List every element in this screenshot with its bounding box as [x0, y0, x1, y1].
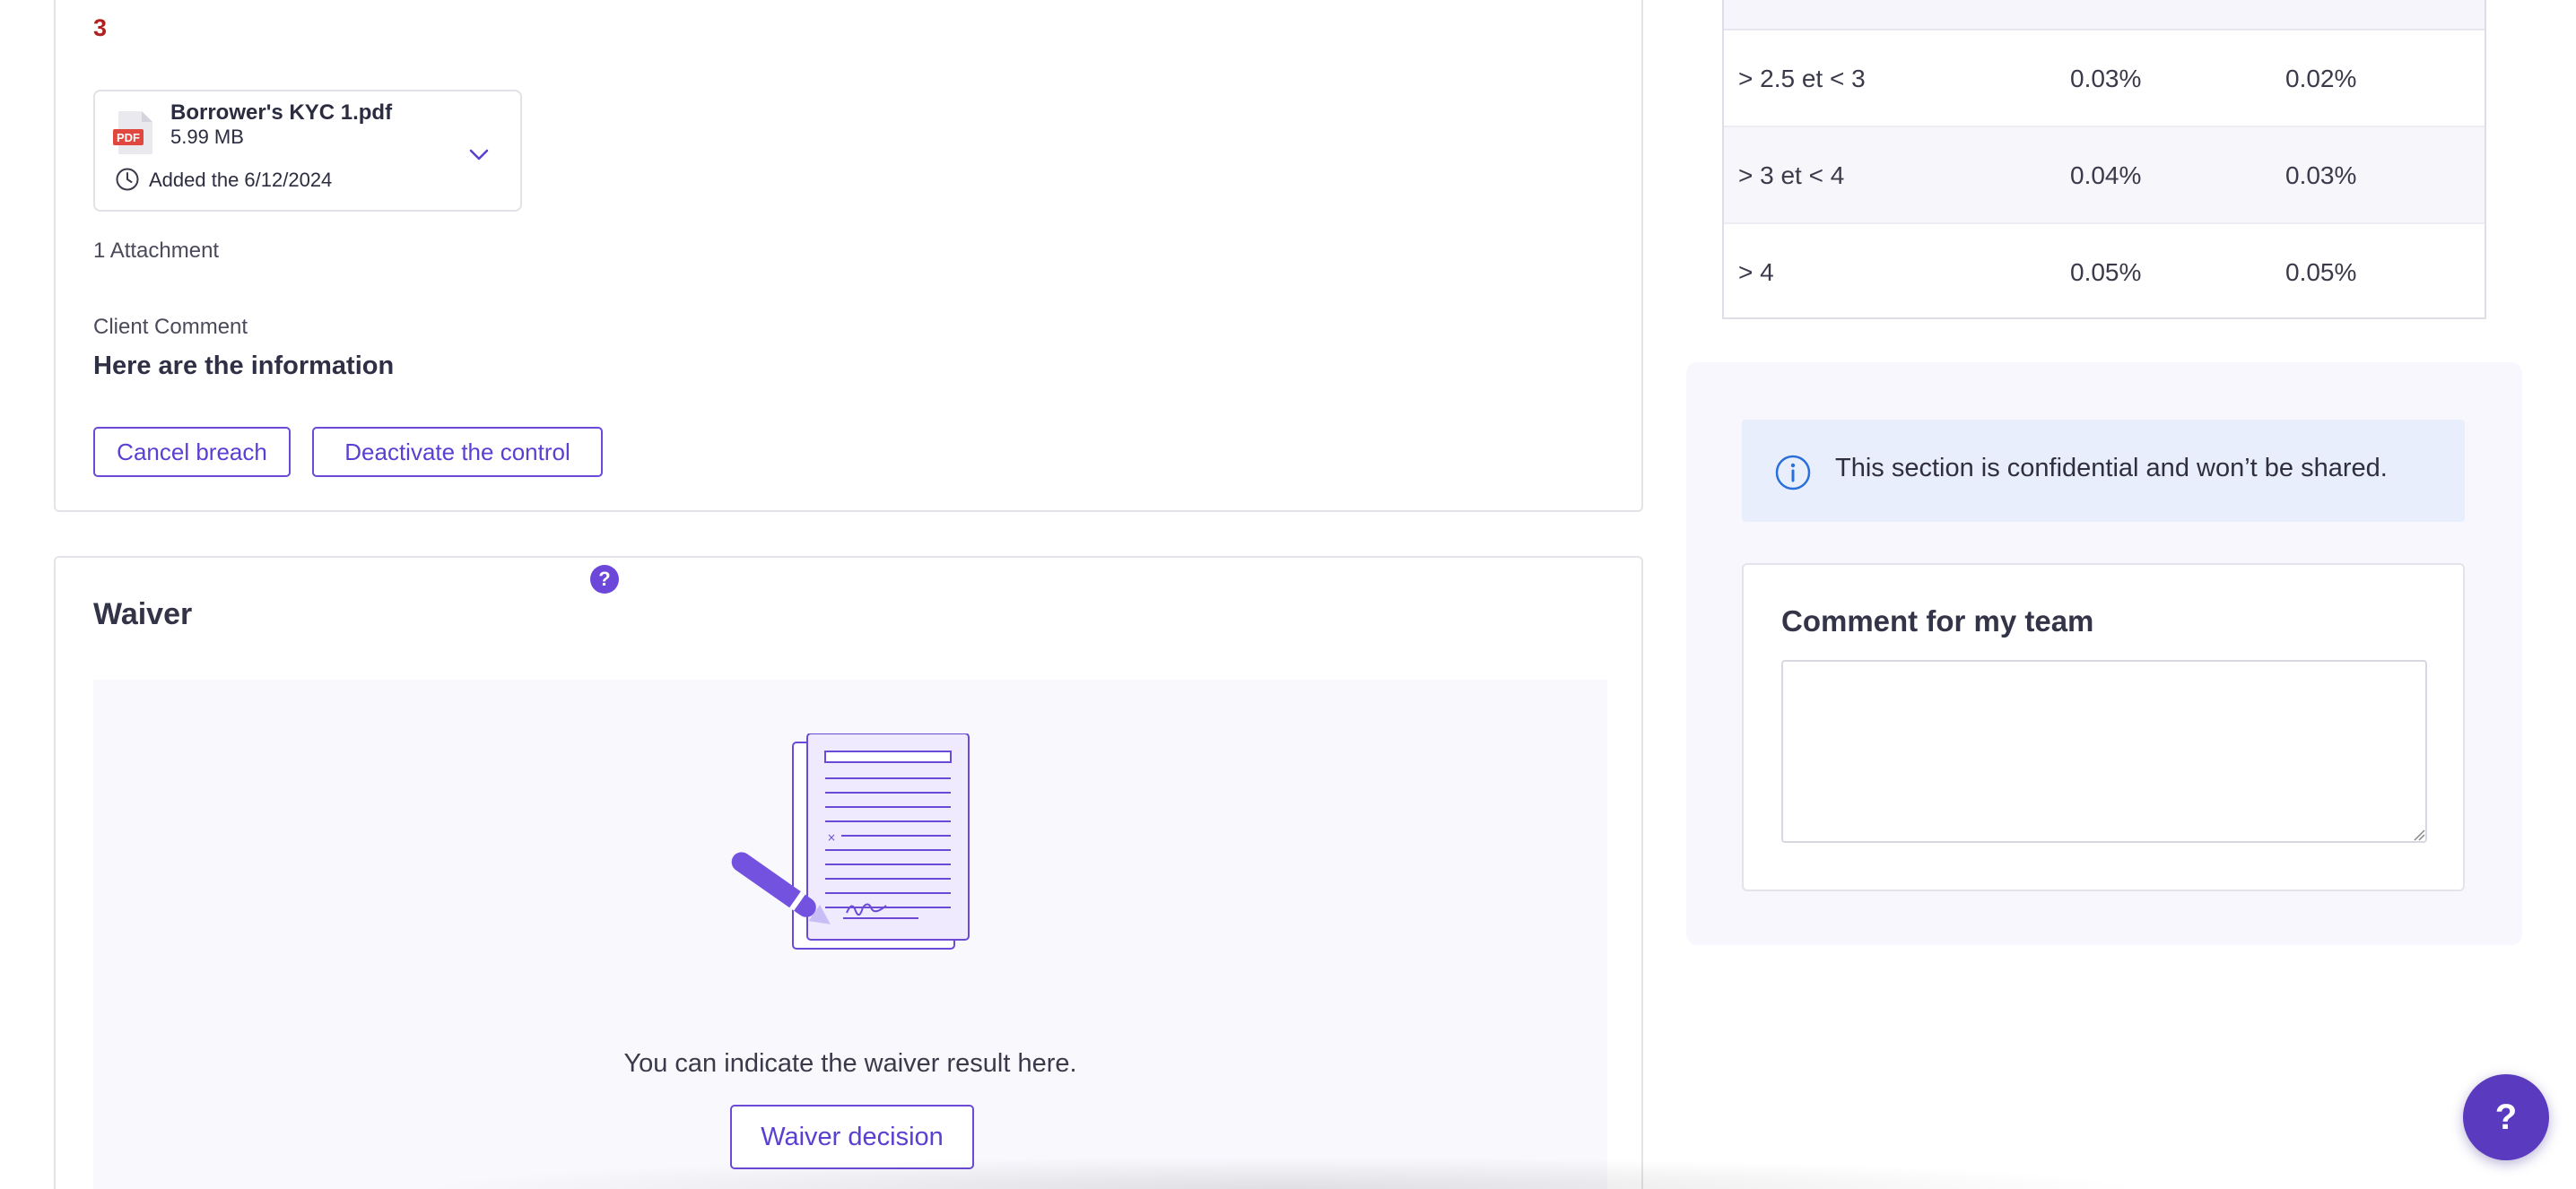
file-added-date: Added the 6/12/2024 — [149, 169, 333, 191]
team-comment-title: Comment for my team — [1781, 604, 2094, 638]
chevron-down-icon[interactable] — [466, 142, 492, 167]
clock-icon — [116, 168, 139, 191]
rate-cell: 0.03% — [2285, 161, 2357, 189]
confidential-panel: This section is confidential and won’t b… — [1686, 362, 2522, 945]
range-cell: > 4 — [1738, 258, 1774, 286]
waiver-empty-state: × You can indicate the waiver result her… — [93, 680, 1607, 1189]
waiver-title: Waiver — [93, 597, 193, 631]
file-name[interactable]: Borrower's KYC 1.pdf — [170, 100, 392, 126]
waiver-info-text: You can indicate the waiver result here. — [623, 1049, 1077, 1078]
waiver-card: ? Waiver × You can indicate the waiver r… — [54, 556, 1643, 1189]
rate-cell: 0.02% — [2285, 65, 2357, 92]
client-comment-label: Client Comment — [93, 315, 248, 339]
table-row: > 4 0.05% 0.05% — [1724, 224, 2485, 321]
attachment-count: 1 Attachment — [93, 239, 220, 263]
cancel-breach-button[interactable]: Cancel breach — [93, 427, 291, 477]
rate-cell: 0.05% — [2070, 258, 2142, 286]
team-comment-textarea[interactable] — [1781, 660, 2427, 843]
help-icon[interactable]: ? — [590, 565, 619, 594]
resize-handle-icon[interactable] — [2411, 827, 2425, 841]
rate-cell: 0.03% — [2070, 65, 2142, 92]
breach-count: 3 — [93, 14, 108, 41]
table-header — [1724, 0, 2485, 30]
file-size: 5.99 MB — [170, 126, 244, 148]
help-chat-button[interactable]: ? — [2463, 1074, 2549, 1160]
svg-text:×: × — [827, 831, 836, 844]
table-row: > 2.5 et < 3 0.03% 0.02% — [1724, 30, 2485, 127]
table-row: > 3 et < 4 0.04% 0.03% — [1724, 127, 2485, 224]
range-cell: > 2.5 et < 3 — [1738, 65, 1866, 92]
range-cell: > 3 et < 4 — [1738, 161, 1845, 189]
info-icon — [1775, 455, 1811, 490]
breach-card: 3 PDF Borrower's KYC 1.pdf 5.99 MB Added… — [54, 0, 1643, 512]
attachment-file-card[interactable]: PDF Borrower's KYC 1.pdf 5.99 MB Added t… — [93, 90, 522, 212]
rate-cell: 0.05% — [2285, 258, 2357, 286]
pdf-file-icon: PDF — [113, 111, 152, 154]
rate-cell: 0.04% — [2070, 161, 2142, 189]
signed-document-illustration: × — [731, 733, 970, 950]
confidential-banner: This section is confidential and won’t b… — [1742, 420, 2465, 522]
deactivate-control-button[interactable]: Deactivate the control — [312, 427, 603, 477]
svg-text:PDF: PDF — [117, 131, 140, 144]
client-comment-text: Here are the information — [93, 351, 395, 380]
confidential-text: This section is confidential and won’t b… — [1835, 454, 2388, 482]
team-comment-card: Comment for my team — [1742, 563, 2465, 891]
rates-table: > 2.5 et < 3 0.03% 0.02% > 3 et < 4 0.04… — [1722, 0, 2486, 319]
bottom-scroll-shadow — [413, 1157, 2153, 1189]
